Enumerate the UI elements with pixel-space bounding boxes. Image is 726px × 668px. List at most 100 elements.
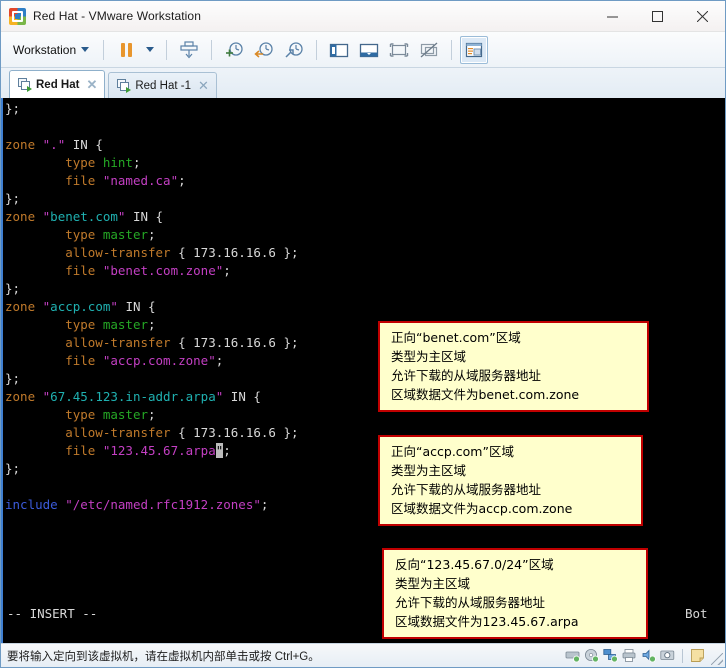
vm-console[interactable]: }; zone "." IN { type hint; file "named.… <box>1 98 725 643</box>
terminal-token: master <box>102 407 148 422</box>
callout-line: 允许下载的从域服务器地址 <box>391 368 542 383</box>
notes-icon[interactable] <box>690 648 705 663</box>
terminal-token: type <box>5 227 103 242</box>
hard-disk-icon[interactable] <box>565 648 580 663</box>
terminal-token: ; <box>223 443 231 458</box>
terminal-token: }; <box>5 101 21 116</box>
terminal-token: "." <box>42 137 66 152</box>
main-toolbar: Workstation <box>1 32 725 68</box>
full-screen-button[interactable] <box>385 36 413 64</box>
manage-snapshots-button[interactable] <box>280 36 308 64</box>
sound-card-icon[interactable] <box>641 648 656 663</box>
status-hint-text: 要将输入定向到该虚拟机，请在虚拟机内部单击或按 Ctrl+G。 <box>7 650 320 663</box>
terminal-line: file "benet.com.zone"; <box>3 262 725 280</box>
terminal-token: "named.ca" <box>102 173 179 188</box>
device-icons <box>565 648 705 663</box>
terminal-token: { 173.16.16.6 }; <box>170 245 299 260</box>
fullscreen-icon <box>389 42 409 57</box>
vim-mode-indicator: -- INSERT -- <box>7 606 98 621</box>
thumbnail-bar-icon <box>359 43 379 57</box>
toolbar-divider <box>211 39 213 60</box>
terminal-line: }; <box>3 100 725 118</box>
pause-icon <box>120 42 132 57</box>
callout-accp: 正向“accp.com”区域 类型为主区域 允许下载的从域服务器地址 区域数据文件为a… <box>378 435 643 526</box>
callout-benet: 正向“benet.com”区域 类型为主区域允许下载的从域服务器地址区域数据文件为… <box>378 321 649 412</box>
terminal-token: master <box>102 317 148 332</box>
window-title: Red Hat - VMware Workstation <box>33 9 201 23</box>
terminal-token: accp.com <box>50 299 111 314</box>
terminal-token: hint <box>102 155 133 170</box>
callout-line: 允许下载的从域服务器地址 <box>395 595 546 610</box>
terminal-token: zone <box>5 299 43 314</box>
pause-dropdown-button[interactable] <box>142 36 158 64</box>
vmware-logo-icon <box>9 7 26 25</box>
terminal-token: ; <box>215 353 224 368</box>
title-bar: Red Hat - VMware Workstation <box>1 1 725 32</box>
close-button[interactable] <box>680 1 725 32</box>
vim-scroll-indicator: Bot <box>685 606 708 621</box>
callout-line: 反向“123.45.67.0/24”区域 <box>395 557 554 572</box>
vm-tab-bar: Red Hat ✕ Red Hat -1 ✕ <box>1 68 725 98</box>
callout-line: 正向“accp.com”区域 <box>391 444 514 459</box>
console-view-button[interactable] <box>460 35 489 64</box>
terminal-token: benet.com <box>50 209 118 224</box>
status-divider <box>682 648 683 663</box>
terminal-token: { 173.16.16.6 }; <box>170 335 299 350</box>
cd-dvd-icon[interactable] <box>584 648 599 663</box>
terminal-token: IN { <box>65 137 103 152</box>
toolbar-divider <box>316 39 318 60</box>
show-thumbnail-bar-button[interactable] <box>355 36 383 64</box>
maximize-button[interactable] <box>635 1 680 32</box>
terminal-token: " <box>110 299 118 314</box>
camera-icon[interactable] <box>660 648 675 663</box>
terminal-token: file <box>5 173 103 188</box>
printer-icon[interactable] <box>622 648 637 663</box>
terminal-token: type <box>5 317 103 332</box>
terminal-token: zone <box>5 389 43 404</box>
terminal-line: file "named.ca"; <box>3 172 725 190</box>
terminal-token: { 173.16.16.6 }; <box>170 425 299 440</box>
show-library-button[interactable] <box>325 36 353 64</box>
terminal-token: include <box>5 497 58 512</box>
vm-powered-on-icon <box>117 79 132 93</box>
terminal-line: }; <box>3 190 725 208</box>
terminal-token: "accp.com.zone" <box>102 353 216 368</box>
unity-mode-button[interactable] <box>415 36 443 64</box>
send-ctrl-alt-del-button[interactable] <box>175 36 203 64</box>
terminal-token: ; <box>260 497 269 512</box>
minimize-button[interactable] <box>590 1 635 32</box>
terminal-token: ; <box>132 155 141 170</box>
terminal-token: zone <box>5 209 43 224</box>
callout-line: 区域数据文件为benet.com.zone <box>391 387 580 402</box>
callout-line: 类型为主区域 <box>391 349 467 364</box>
unity-mode-icon <box>420 42 438 57</box>
workstation-menu-button[interactable]: Workstation <box>9 40 95 60</box>
resize-grip[interactable] <box>711 653 723 665</box>
vmware-workstation-window: Red Hat - VMware Workstation Workstation <box>0 0 726 668</box>
keyboard-send-icon <box>180 40 198 58</box>
pause-button[interactable] <box>112 36 140 64</box>
callout-arpa: 反向“123.45.67.0/24”区域 类型为主区域 允许下载的从域服务器地址 区域… <box>382 548 648 639</box>
terminal-line: type master; <box>3 226 725 244</box>
network-adapter-icon[interactable] <box>603 648 618 663</box>
terminal-token: type <box>5 407 103 422</box>
callout-line: 区域数据文件为accp.com.zone <box>391 501 573 516</box>
callout-line: 正向“benet.com”区域 <box>391 330 521 345</box>
close-icon[interactable]: ✕ <box>198 79 209 92</box>
tab-red-hat[interactable]: Red Hat ✕ <box>9 70 106 98</box>
terminal-line: zone "." IN { <box>3 136 725 154</box>
terminal-token: type <box>5 155 103 170</box>
tab-red-hat-1[interactable]: Red Hat -1 ✕ <box>108 72 217 98</box>
take-snapshot-button[interactable] <box>220 36 248 64</box>
chevron-down-icon <box>146 47 155 52</box>
close-icon[interactable]: ✕ <box>86 78 97 91</box>
toolbar-divider <box>451 39 453 60</box>
callout-line: 类型为主区域 <box>391 463 467 478</box>
terminal-token: zone <box>5 137 43 152</box>
callout-line: 类型为主区域 <box>395 576 471 591</box>
terminal-line: zone "accp.com" IN { <box>3 298 725 316</box>
terminal-line: zone "benet.com" IN { <box>3 208 725 226</box>
revert-snapshot-button[interactable] <box>250 36 278 64</box>
snapshot-add-icon <box>226 41 243 56</box>
